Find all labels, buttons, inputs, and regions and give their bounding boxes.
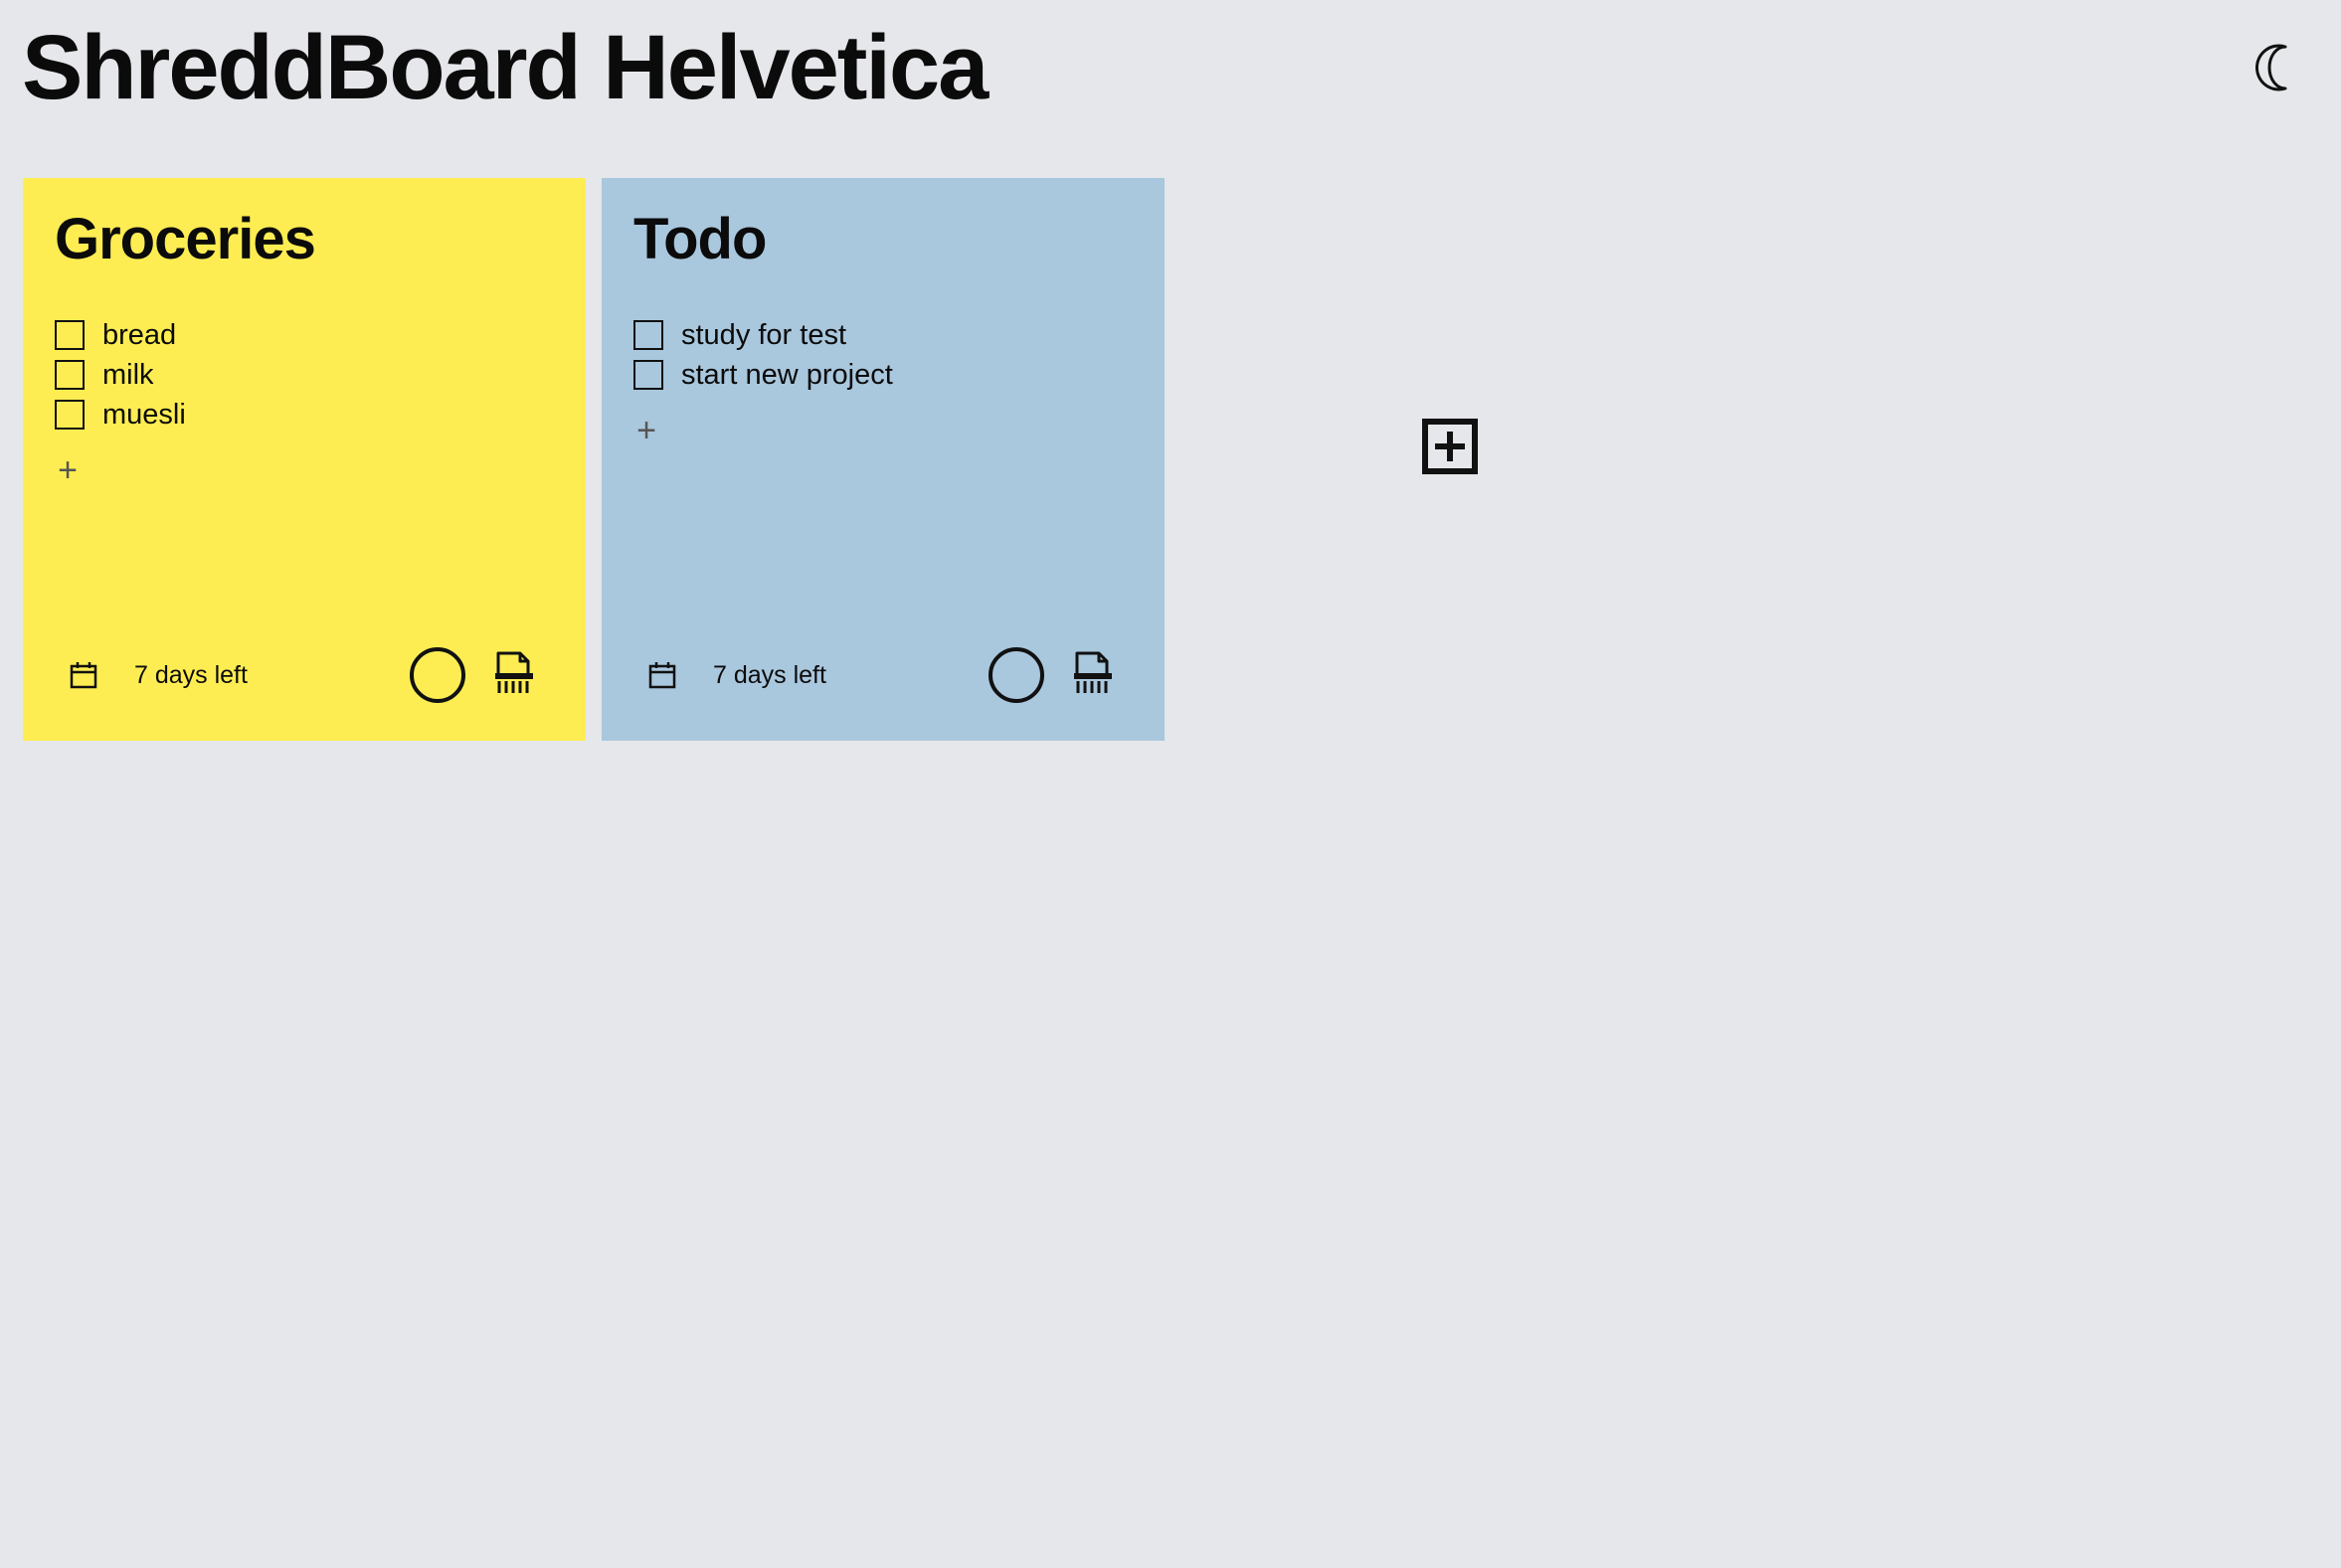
list-item: start new project [633,355,893,395]
days-left-label: 7 days left [134,661,248,689]
calendar-icon [70,662,97,689]
item-label[interactable]: start new project [681,355,893,395]
days-left-label: 7 days left [713,661,826,689]
color-picker-button[interactable] [410,647,465,703]
list-item: milk [55,355,186,395]
page-title: ShreddBoard Helvetica [22,17,989,118]
item-checkbox[interactable] [633,320,663,350]
color-picker-button[interactable] [989,647,1044,703]
list-item: study for test [633,315,893,355]
note-footer: 7 days left [602,645,1165,705]
add-item-button[interactable]: + [631,414,661,447]
add-item-button[interactable]: + [53,453,83,487]
app: ShreddBoard Helvetica Groceries bread mi… [0,0,2341,1568]
item-label[interactable]: study for test [681,315,846,355]
note-groceries: Groceries bread milk muesli + 7 days lef… [23,178,586,741]
item-checkbox[interactable] [633,360,663,390]
shredder-icon[interactable] [494,651,534,695]
shredder-icon[interactable] [1073,651,1113,695]
header: ShreddBoard Helvetica [22,10,2341,129]
theme-toggle-button[interactable] [2246,38,2305,97]
item-list: study for test start new project [633,315,893,395]
item-label[interactable]: bread [102,315,176,355]
calendar-icon [648,662,676,689]
add-note-button[interactable] [1422,419,1478,474]
moon-icon [2255,44,2287,91]
note-footer: 7 days left [23,645,586,705]
item-label[interactable]: milk [102,355,154,395]
item-checkbox[interactable] [55,360,85,390]
item-list: bread milk muesli [55,315,186,435]
list-item: bread [55,315,186,355]
plus-square-icon [1422,419,1478,474]
note-title[interactable]: Groceries [55,208,316,271]
item-checkbox[interactable] [55,320,85,350]
note-todo: Todo study for test start new project + [602,178,1165,741]
list-item: muesli [55,395,186,435]
note-title[interactable]: Todo [633,208,767,271]
item-checkbox[interactable] [55,400,85,430]
item-label[interactable]: muesli [102,395,186,435]
